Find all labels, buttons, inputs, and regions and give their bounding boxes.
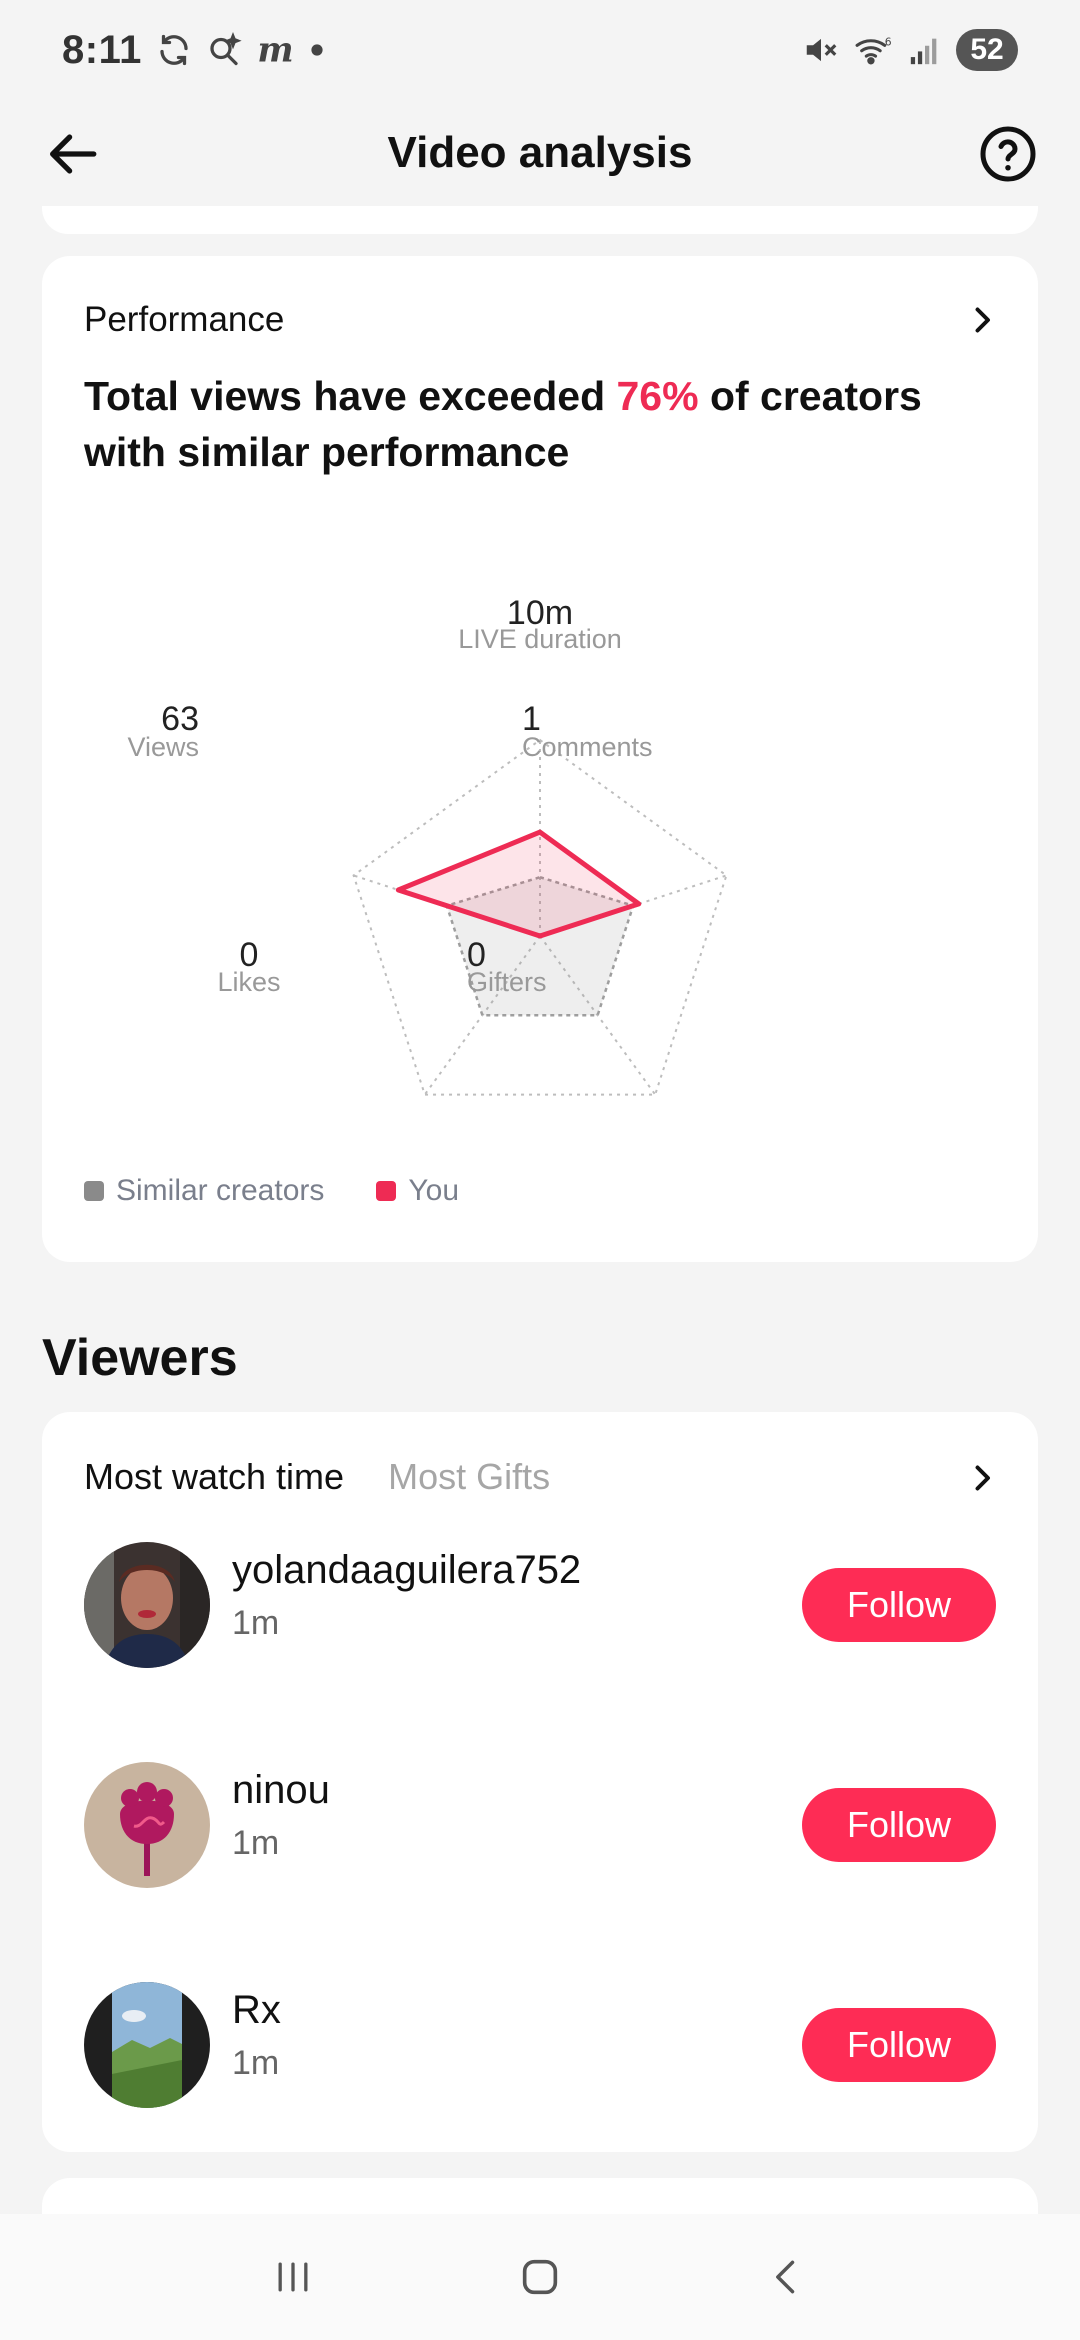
mute-icon bbox=[802, 31, 840, 69]
svg-text:m: m bbox=[257, 32, 293, 68]
avatar[interactable] bbox=[84, 1762, 210, 1888]
viewer-tabs: Most watch time Most Gifts bbox=[84, 1456, 550, 1498]
radar-axis-label: Likes bbox=[217, 967, 280, 997]
viewer-watch-time: 1m bbox=[232, 1824, 280, 1862]
system-back-button[interactable] bbox=[747, 2237, 827, 2317]
tab-most-watch-time[interactable]: Most watch time bbox=[84, 1456, 344, 1498]
legend-swatch-similar bbox=[84, 1181, 104, 1201]
radar-chart: 10mLIVE duration1Comments0Gifters0Likes6… bbox=[127, 594, 728, 1096]
home-icon bbox=[522, 2259, 558, 2295]
radar-axis-label: Gifters bbox=[467, 967, 547, 997]
follow-button[interactable]: Follow bbox=[802, 2008, 996, 2082]
help-button[interactable] bbox=[976, 122, 1040, 186]
page-title: Video analysis bbox=[387, 128, 693, 177]
viewer-name[interactable]: Rx bbox=[232, 1988, 281, 2033]
viewers-title: Viewers bbox=[42, 1329, 238, 1387]
back-button[interactable] bbox=[40, 122, 104, 186]
follow-button[interactable]: Follow bbox=[802, 1788, 996, 1862]
previous-card-edge bbox=[42, 206, 1038, 234]
wifi-icon: 6 bbox=[854, 31, 894, 69]
legend-you: You bbox=[376, 1174, 459, 1208]
radar-axis-label: LIVE duration bbox=[458, 624, 622, 654]
m-app-icon: m bbox=[256, 32, 296, 68]
legend-swatch-you bbox=[376, 1181, 397, 1201]
battery-icon: 52 bbox=[956, 29, 1018, 71]
system-nav-bar bbox=[0, 2214, 1080, 2340]
question-circle-icon bbox=[980, 126, 1036, 182]
status-time: 8:11 bbox=[62, 27, 142, 72]
home-button[interactable] bbox=[500, 2237, 580, 2317]
viewer-watch-time: 1m bbox=[232, 2044, 280, 2082]
viewers-card: Most watch time Most Gifts yolandaaguile… bbox=[42, 1412, 1038, 2152]
tab-most-gifts[interactable]: Most Gifts bbox=[388, 1456, 550, 1498]
svg-text:6: 6 bbox=[885, 35, 892, 48]
recent-apps-icon bbox=[278, 2262, 308, 2292]
avatar[interactable] bbox=[84, 1542, 210, 1668]
chevron-right-icon[interactable] bbox=[964, 1460, 1000, 1496]
recent-apps-button[interactable] bbox=[253, 2237, 333, 2317]
viewer-name[interactable]: yolandaaguilera752 bbox=[232, 1548, 581, 1593]
status-right: 6 52 bbox=[802, 29, 1018, 71]
viewer-row[interactable]: yolandaaguilera752 1m Follow bbox=[84, 1542, 996, 1672]
back-icon bbox=[775, 2260, 794, 2294]
sync-icon bbox=[156, 32, 192, 68]
arrow-left-icon bbox=[50, 134, 97, 174]
status-left: 8:11 m bbox=[62, 28, 324, 73]
status-bar: 8:11 m 6 52 bbox=[0, 0, 1080, 100]
legend-similar-creators: Similar creators bbox=[84, 1174, 324, 1208]
radar-axis-label: Views bbox=[127, 732, 199, 762]
dot-icon bbox=[310, 43, 324, 57]
follow-button[interactable]: Follow bbox=[802, 1568, 996, 1642]
legend-label-you: You bbox=[408, 1174, 459, 1207]
radar-axis-label: Comments bbox=[522, 732, 653, 762]
chart-legend: Similar creators You bbox=[84, 1174, 459, 1208]
viewer-watch-time: 1m bbox=[232, 1604, 280, 1642]
legend-label-similar: Similar creators bbox=[116, 1174, 325, 1207]
avatar[interactable] bbox=[84, 1982, 210, 2108]
header: Video analysis bbox=[0, 100, 1080, 206]
viewer-name[interactable]: ninou bbox=[232, 1768, 330, 1813]
signal-icon bbox=[908, 33, 942, 67]
viewer-row[interactable]: ninou 1m Follow bbox=[84, 1762, 996, 1892]
viewer-row[interactable]: Rx 1m Follow bbox=[84, 1982, 996, 2112]
performance-card[interactable]: Performance Total views have exceeded 76… bbox=[42, 256, 1038, 1262]
search-sparkle-icon bbox=[206, 32, 242, 68]
